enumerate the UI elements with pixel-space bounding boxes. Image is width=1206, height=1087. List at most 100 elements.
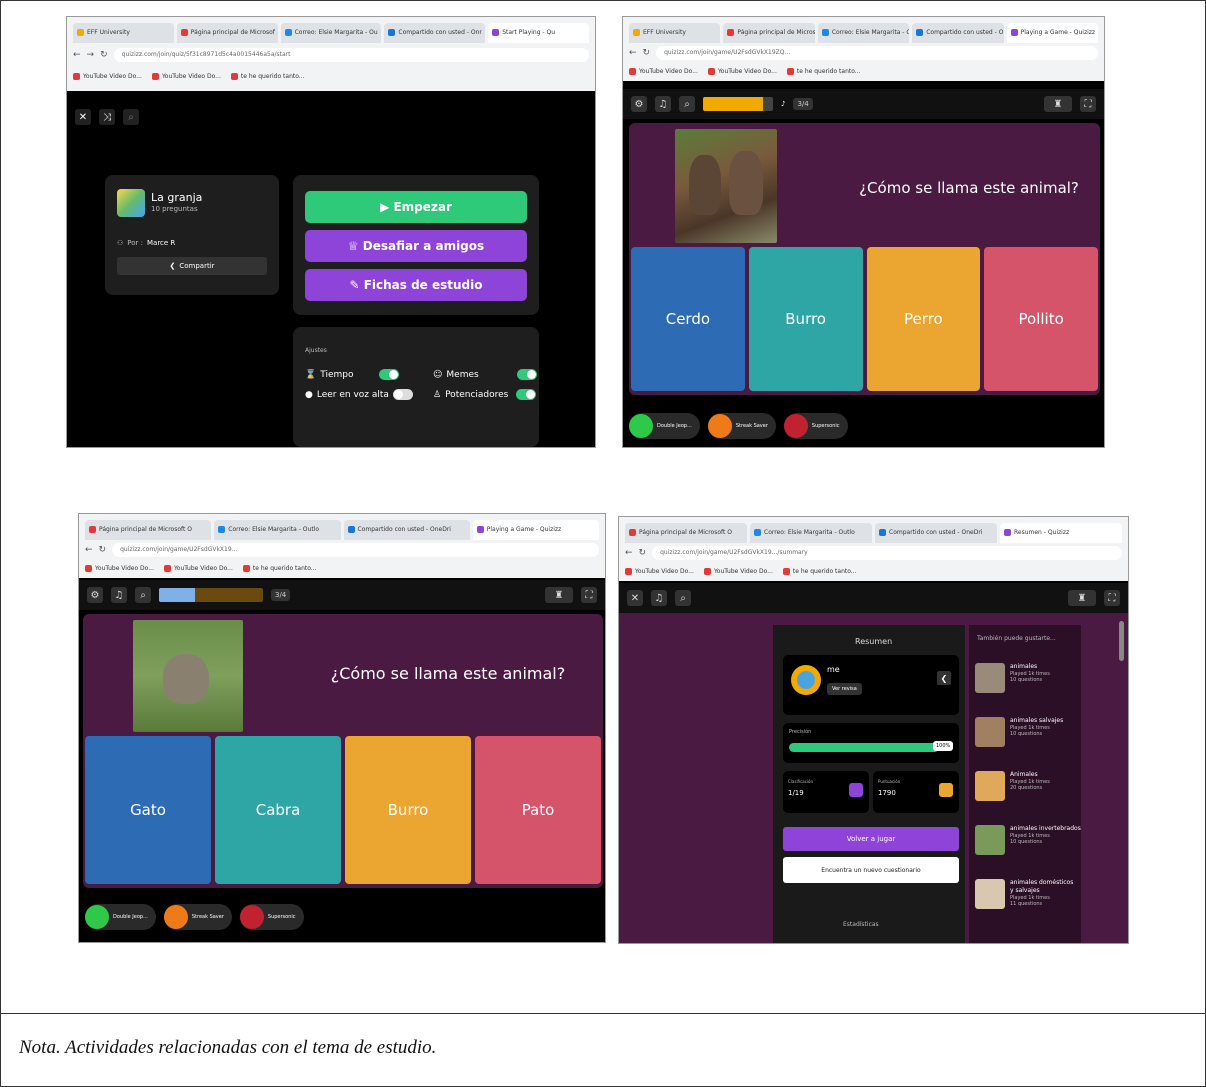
flashcards-button[interactable]: ✎ Fichas de estudio <box>305 269 527 301</box>
settings-icon[interactable]: ⚙ <box>87 587 103 603</box>
bookmark[interactable]: YouTube Video Do... <box>163 564 233 572</box>
answer-option-1[interactable]: Gato <box>85 736 211 884</box>
browser-tab[interactable]: Página principal de Microsof <box>723 23 815 43</box>
answer-option-3[interactable]: Burro <box>345 736 471 884</box>
recommendation-item[interactable]: Animales Played 1k times 20 questions <box>975 771 1050 801</box>
powerup-streak-saver[interactable]: Streak Saver <box>707 413 776 439</box>
recommendation-item[interactable]: animales Played 1k times 10 questions <box>975 663 1050 693</box>
fullscreen-icon[interactable]: ⛶ <box>1080 96 1096 112</box>
forward-icon[interactable]: → <box>87 50 95 60</box>
recommendation-thumbnail <box>975 771 1005 801</box>
progress-bar <box>159 588 263 602</box>
challenge-friends-button[interactable]: ♕ Desafiar a amigos <box>305 230 527 262</box>
url-bar[interactable]: quizizz.com/join/quiz/5f31c8971d5c4a0015… <box>113 48 589 62</box>
recommendation-title: animales salvajes <box>1010 717 1064 724</box>
answer-option-2[interactable]: Cabra <box>215 736 341 884</box>
url-bar[interactable]: quizizz.com/join/game/U2FsdGVkX19ZQ... <box>656 46 1098 60</box>
back-icon[interactable]: ← <box>85 545 93 555</box>
powerup-streak-saver[interactable]: Streak Saver <box>163 904 232 930</box>
answer-option-4[interactable]: Pato <box>475 736 601 884</box>
browser-tab[interactable]: Correo: Elsie Margarita - Outlo <box>214 520 341 540</box>
reload-icon[interactable]: ↻ <box>99 545 107 555</box>
fullscreen-icon[interactable]: ⛶ <box>581 587 597 603</box>
theme-icon[interactable]: ♜ <box>1044 96 1072 112</box>
music-icon[interactable]: ♫ <box>651 590 667 606</box>
bookmark[interactable]: te he querido tanto... <box>242 564 317 572</box>
powerup-double-jeopardy[interactable]: Double Jeop... <box>85 904 156 930</box>
zoom-icon[interactable]: ⌕ <box>675 590 691 606</box>
browser-tab[interactable]: EFF University <box>73 23 174 43</box>
bookmark[interactable]: te he querido tanto... <box>230 72 305 80</box>
browser-tab-active[interactable]: Start Playing - Qu <box>488 23 589 43</box>
play-again-button[interactable]: Volver a jugar <box>783 827 959 851</box>
settings-icon[interactable]: ⚙ <box>631 96 647 112</box>
bookmark[interactable]: te he querido tanto... <box>782 567 857 575</box>
music-icon[interactable]: ♫ <box>111 587 127 603</box>
answer-option-2[interactable]: Burro <box>748 247 863 391</box>
zoom-icon[interactable]: ⌕ <box>123 109 139 125</box>
browser-tabs: Página principal de Microsoft O Correo: … <box>85 520 599 540</box>
edit-button[interactable]: Ver revisa <box>827 683 862 695</box>
browser-tab-active[interactable]: Resumen - Quizizz <box>1000 523 1122 543</box>
close-icon[interactable]: ✕ <box>627 590 643 606</box>
bookmark[interactable]: YouTube Video Do... <box>73 72 142 80</box>
theme-icon[interactable]: ♜ <box>1068 590 1096 606</box>
share-button[interactable]: ❮ Compartir <box>117 257 267 275</box>
back-icon[interactable]: ← <box>629 48 637 58</box>
recommendation-item[interactable]: animales domésticos y salvajes Played 1k … <box>975 879 1078 909</box>
bookmark[interactable]: YouTube Video Do... <box>629 67 698 75</box>
quiz-author-row: ⚇ Por : Marce R <box>117 239 175 247</box>
powerup-supersonic[interactable]: Supersonic <box>783 413 848 439</box>
powerup-supersonic[interactable]: Supersonic <box>239 904 304 930</box>
back-icon[interactable]: ← <box>625 548 633 558</box>
fullscreen-icon[interactable]: ⛶ <box>1104 590 1120 606</box>
quiz-question-count: 10 preguntas <box>151 205 198 213</box>
browser-tab[interactable]: Página principal de Microsoft O <box>625 523 747 543</box>
browser-tab[interactable]: Compartido con usted - OneDri <box>343 520 470 540</box>
start-button[interactable]: ▶ Empezar <box>305 191 527 223</box>
zoom-icon[interactable]: ⌕ <box>679 96 695 112</box>
browser-tab[interactable]: EFF University <box>629 23 721 43</box>
read-aloud-toggle[interactable] <box>392 389 413 400</box>
powerup-double-jeopardy[interactable]: Double Jeop... <box>629 413 700 439</box>
answer-option-4[interactable]: Pollito <box>984 247 1098 391</box>
share-icon[interactable]: ❮ <box>937 671 951 685</box>
bookmark[interactable]: YouTube Video Do... <box>625 567 694 575</box>
memes-toggle[interactable] <box>516 369 537 380</box>
browser-tab[interactable]: Correo: Elsie Margarita - Ou <box>817 23 910 43</box>
close-icon[interactable]: ✕ <box>75 109 91 125</box>
back-icon[interactable]: ← <box>73 50 81 60</box>
setting-read-aloud-label: Leer en voz alta <box>316 389 389 400</box>
reload-icon[interactable]: ↻ <box>643 48 651 58</box>
reload-icon[interactable]: ↻ <box>100 50 108 60</box>
zoom-icon[interactable]: ⌕ <box>135 587 151 603</box>
bookmark[interactable]: YouTube Video Do... <box>707 67 777 75</box>
new-quiz-button[interactable]: Encuentra un nuevo cuestionario <box>783 857 959 883</box>
music-icon[interactable]: ♫ <box>655 96 671 112</box>
browser-tab[interactable]: Correo: Elsie Margarita - Outlo <box>750 523 872 543</box>
browser-tab[interactable]: Página principal de Microsof <box>176 23 278 43</box>
recommendation-item[interactable]: animales salvajes Played 1k times 10 quest… <box>975 717 1063 747</box>
bookmark[interactable]: YouTube Video Do... <box>151 72 221 80</box>
time-toggle[interactable] <box>379 369 400 380</box>
answer-option-3[interactable]: Perro <box>866 247 981 391</box>
reload-icon[interactable]: ↻ <box>639 548 647 558</box>
recommendation-item[interactable]: animales invertebrados Played 1k times 10 … <box>975 825 1081 855</box>
url-bar[interactable]: quizizz.com/join/game/U2FsdGVkX19... <box>112 543 599 557</box>
shuffle-icon[interactable]: ⤨ <box>99 109 115 125</box>
scrollbar[interactable] <box>1119 621 1124 661</box>
browser-tab-active[interactable]: Playing a Game - Quizizz <box>1006 23 1099 43</box>
powerups-toggle[interactable] <box>516 389 537 400</box>
bookmark[interactable]: YouTube Video Do... <box>703 567 773 575</box>
bookmark[interactable]: te he querido tanto... <box>786 67 861 75</box>
url-bar[interactable]: quizizz.com/join/game/U2FsdGVkX19.../sum… <box>652 546 1122 560</box>
browser-tab[interactable]: Correo: Elsie Margarita - Ou <box>280 23 382 43</box>
browser-tab[interactable]: Compartido con usted - Onr <box>384 23 486 43</box>
browser-tab[interactable]: Compartido con usted - Onr <box>912 23 1004 43</box>
browser-tab[interactable]: Compartido con usted - OneDri <box>875 523 997 543</box>
answer-option-1[interactable]: Cerdo <box>631 247 745 391</box>
bookmark[interactable]: YouTube Video Do... <box>85 564 154 572</box>
theme-icon[interactable]: ♜ <box>545 587 573 603</box>
browser-tab[interactable]: Página principal de Microsoft O <box>85 520 212 540</box>
browser-tab-active[interactable]: Playing a Game - Quizizz <box>472 520 599 540</box>
